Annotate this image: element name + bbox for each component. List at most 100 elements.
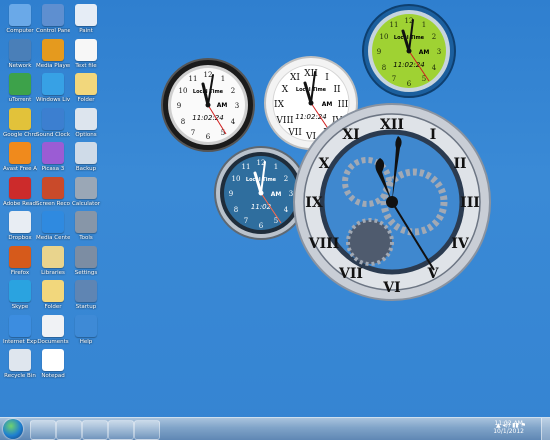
desktop-icon-label: Avast Free Antivirus (3, 166, 37, 172)
desktop-icon[interactable]: Text file (69, 38, 103, 69)
desktop-icon[interactable]: Adobe Reader (3, 176, 37, 207)
desktop-icon-label: Firefox (10, 269, 30, 276)
desktop-icon[interactable]: Network (3, 38, 37, 69)
desktop-icon-label: Folder (44, 304, 62, 310)
clock-center (205, 102, 211, 108)
svg-text:2: 2 (284, 175, 288, 183)
clock-ampm: AM (217, 102, 228, 109)
taskbar-clock[interactable]: 11:02 AM 10/1/2012 (493, 420, 524, 436)
svg-text:IX: IX (274, 100, 285, 110)
desktop-icon[interactable]: Google Chrome (3, 107, 37, 138)
app-icon (9, 349, 31, 371)
desktop-icon[interactable]: Control Panel (36, 4, 70, 34)
desktop-icon[interactable]: Documents (36, 314, 70, 345)
svg-text:II: II (333, 85, 341, 95)
app-icon (42, 314, 64, 337)
desktop-icon[interactable]: Options (69, 107, 103, 138)
app-icon (75, 107, 97, 130)
taskbar-firefox[interactable] (82, 420, 108, 440)
app-icon (9, 38, 31, 61)
desktop-icon-label: Skype (11, 304, 29, 310)
desktop-icon[interactable]: Dropbox (3, 211, 37, 241)
desktop-icon[interactable]: Sound Clock (36, 107, 70, 138)
clock-ampm: AM (419, 49, 430, 56)
app-icon (9, 142, 31, 164)
desktop-icon[interactable]: Firefox (3, 245, 37, 276)
svg-text:7: 7 (244, 217, 248, 225)
svg-text:VI: VI (382, 280, 400, 296)
svg-text:VII: VII (338, 266, 363, 282)
app-icon (9, 245, 31, 268)
svg-text:9: 9 (377, 48, 381, 56)
desktop-icon-label: Media Player (36, 62, 70, 69)
desktop-icon[interactable]: Internet Explorer (3, 314, 37, 345)
desktop-icon-label: Control Panel (36, 28, 70, 34)
desktop-icon-label: Backup (75, 166, 97, 172)
app-icon (75, 142, 97, 164)
desktop-icon[interactable]: Backup (69, 142, 103, 172)
desktop-icon[interactable]: Picasa 3 (36, 142, 70, 172)
taskbar-chrome[interactable] (56, 420, 82, 440)
desktop-icon-label: Recycle Bin (4, 373, 36, 379)
desktop-icon[interactable]: Windows Live (36, 73, 70, 103)
taskbar-media-player[interactable] (134, 420, 160, 440)
desktop-icon[interactable]: Notepad (36, 349, 70, 379)
app-icon (9, 4, 31, 26)
svg-text:6: 6 (259, 222, 264, 230)
taskbar-internet-explorer[interactable] (30, 420, 56, 440)
clock-gadget-green[interactable]: 12369 1245 781011 Local Time AM 11:02:24 (361, 3, 457, 99)
desktop-icon[interactable]: Calculator (69, 176, 103, 207)
desktop-icon-label: Google Chrome (3, 131, 37, 138)
desktop-icon[interactable]: Libraries (36, 245, 70, 276)
desktop-icon-label: Internet Explorer (3, 338, 37, 345)
svg-text:I: I (325, 73, 329, 83)
clock-gadget-black[interactable]: 12369 1245 781011 Local Time AM 11:02:24 (160, 57, 256, 153)
app-icon (42, 176, 64, 199)
clock-gear-small (346, 218, 394, 266)
app-icon (9, 211, 31, 233)
clock-center (386, 196, 398, 208)
desktop-icon[interactable]: uTorrent (3, 73, 37, 103)
clock-brand: Local Time (394, 35, 425, 41)
desktop-icon[interactable]: Screen Recorder (36, 176, 70, 207)
desktop-icon[interactable]: Help (69, 314, 103, 345)
taskbar-time: 11:02 AM (494, 420, 523, 427)
taskbar-explorer[interactable] (108, 420, 134, 440)
app-icon (42, 142, 64, 164)
svg-text:11: 11 (189, 75, 198, 83)
svg-text:12: 12 (204, 71, 213, 79)
show-desktop-button[interactable] (541, 418, 550, 440)
start-button[interactable] (3, 419, 23, 439)
app-icon (75, 280, 97, 302)
svg-text:4: 4 (231, 118, 236, 126)
app-icon (42, 38, 64, 61)
desktop-icon[interactable]: Media Player (36, 38, 70, 69)
svg-text:1: 1 (221, 75, 225, 83)
desktop-icon[interactable]: Computer (3, 4, 37, 34)
desktop-icon[interactable]: Folder (69, 73, 103, 103)
desktop-icon[interactable]: Avast Free Antivirus (3, 142, 37, 172)
svg-text:3: 3 (437, 48, 441, 56)
clock-brand: Local Time (193, 89, 224, 95)
app-icon (42, 211, 64, 233)
app-icon (75, 314, 97, 337)
desktop-icon[interactable]: Media Center (36, 211, 70, 241)
desktop-icon[interactable]: Startup (69, 280, 103, 310)
desktop-icon[interactable]: Paint (69, 4, 103, 34)
taskbar-date: 10/1/2012 (493, 428, 524, 435)
desktop-icon[interactable]: Recycle Bin (3, 349, 37, 379)
svg-text:7: 7 (392, 75, 396, 83)
desktop-icon[interactable]: Skype (3, 280, 37, 310)
svg-text:9: 9 (177, 102, 181, 110)
desktop-icon[interactable]: Tools (69, 211, 103, 241)
app-icon (75, 176, 97, 199)
svg-text:10: 10 (380, 33, 389, 41)
desktop: Computer Network uTorrent Google Chrome Avas… (0, 0, 550, 440)
app-icon (75, 73, 97, 95)
desktop-icon[interactable]: Folder (36, 280, 70, 310)
svg-text:6: 6 (206, 133, 211, 141)
desktop-icon[interactable]: Settings (69, 245, 103, 276)
clock-gadget-large-roman[interactable]: XIIIIIVIIX IIIIVV VIIVIIIXXI (292, 102, 492, 302)
desktop-icon-label: Help (79, 338, 93, 345)
app-icon (75, 38, 97, 61)
